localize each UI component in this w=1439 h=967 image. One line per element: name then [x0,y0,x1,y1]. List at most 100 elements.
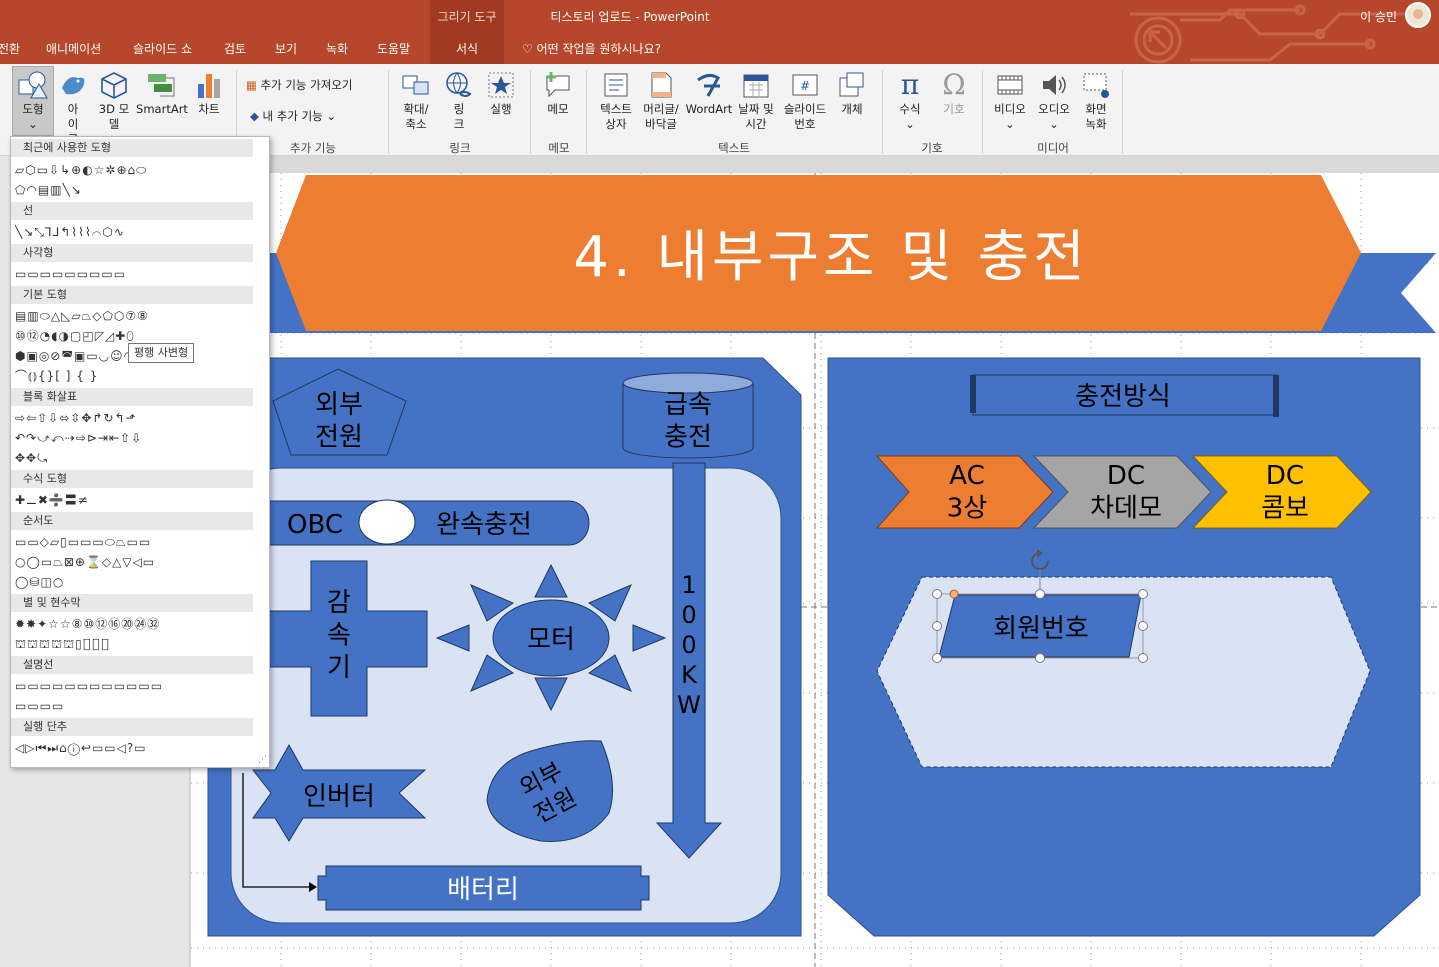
wordart-button[interactable]: WordArt [684,70,734,117]
tab-format[interactable]: 서식 [456,40,478,57]
symbol-label: 기호 [943,102,965,116]
tab-transitions[interactable]: 전환 [0,40,20,57]
equation-button[interactable]: π 수식 ⌄ [890,70,930,132]
shape-row-rectangles[interactable]: ▭▭▭▭▭▭▭▭▭ [15,266,259,282]
tab-animations[interactable]: 애니메이션 [46,40,101,57]
slide-number-icon: # [792,74,818,96]
text-line: K [681,661,698,689]
smartart-icon [148,74,175,97]
comment-icon [546,72,570,98]
shape-row-stars-2[interactable]: ⛫⛫⛫⛫⛫▯⎕⎕⎕ [15,636,259,652]
tab-review[interactable]: 검토 [224,40,246,57]
text-line: 차데모 [1090,494,1162,524]
screen-record-icon [1083,73,1109,98]
obc-text[interactable]: OBC [287,510,343,540]
section-equation-shapes: 수식 도형 [11,470,253,488]
shape-row-flowchart-1[interactable]: ▭▭◇▱▯▭▭▭⬭⏢▭▭ [15,534,259,550]
3d-models-button[interactable]: 3D 모델 [96,70,132,132]
video-button[interactable]: 비디오 ⌄ [990,70,1030,132]
tell-me-search[interactable]: ♡ 어떤 작업을 원하시나요? [522,40,661,57]
chevron-down-icon: ⌄ [1049,117,1059,131]
tab-slideshow[interactable]: 슬라이드 쇼 [133,40,192,57]
my-addins-label: 내 추가 기능 [262,109,323,123]
tooltip-parallelogram: 평행 사변형 [128,343,195,363]
shape-row-basic-1[interactable]: ▤▥⬭△◺▱⏢◇⬠⬡⑦⑧ [15,308,259,324]
text-line: 기 [327,653,351,683]
shape-row-basic-2[interactable]: ⑩⑫◔◖◑▢◰◸◿✚⬯ [15,328,259,344]
audio-label: 오디오 [1038,102,1070,116]
object-icon [839,72,864,97]
shapes-icon [18,71,48,99]
slide-title[interactable]: 4. 내부구조 및 충전 [573,225,1088,290]
zoom-label: 확대/축소 [403,102,429,131]
tab-view[interactable]: 보기 [275,40,297,57]
audio-button[interactable]: 오디오 ⌄ [1034,70,1074,132]
battery-text[interactable]: 배터리 [447,875,519,905]
comment-button[interactable]: 메모 [538,70,578,117]
action-button[interactable]: 실행 [484,70,518,117]
link-label: 링크 [453,102,465,131]
shape-row-flowchart-2[interactable]: ○◯▭⏢⊠⊕⌛◇△▽◁▭ [15,554,259,570]
charge-method-text[interactable]: 충전방식 [1075,382,1171,412]
shape-row-recent-2[interactable]: ⬠◠▤▥╲↘ [15,182,259,198]
shape-row-arrows-1[interactable]: ⇨⇦⇧⇩⬄⇳✥↱↻↰⬏ [15,410,259,426]
shape-row-action-buttons[interactable]: ◁▷⏮⏭⌂ⓘ↩▭▭◁?▭ [15,740,259,756]
avatar[interactable] [1405,2,1431,28]
header-footer-button[interactable]: 머리글/바닥글 [638,70,684,132]
obc-ellipse [358,499,416,545]
text-line: DC [1266,461,1304,491]
get-addins-button[interactable]: ▦ 추가 기능 가져오기 [246,78,352,93]
chevron-down-icon: ⌄ [905,117,915,131]
link-button[interactable]: 링크 [442,70,476,132]
user-name[interactable]: 이 승민 [1360,8,1397,25]
header-footer-label: 머리글/바닥글 [643,102,679,131]
shape-row-equation[interactable]: ✚⚊✖➗〓≠ [15,492,259,508]
text-line: 급속 [664,390,712,420]
textbox-icon [604,73,628,97]
object-label: 개체 [841,102,863,116]
shape-row-basic-4[interactable]: ⌒⦅⦆{}[ ] { } [15,368,259,384]
object-button[interactable]: 개체 [834,70,870,117]
separator [1122,70,1123,154]
textbox-button[interactable]: 텍스트 상자 [594,70,638,132]
slide-number-button[interactable]: # 슬라이드 번호 [780,70,830,132]
text-line: AC [949,461,984,491]
chart-button[interactable]: 차트 [193,70,225,117]
shape-row-stars-1[interactable]: ✹✸✦☆☆⑧⑩⑫⑯⑳㉔㉜ [15,616,259,632]
separator [586,70,587,154]
tab-help[interactable]: 도움말 [377,40,410,57]
datetime-button[interactable]: 날짜 및 시간 [734,70,778,132]
shape-row-flowchart-3[interactable]: ◯⛁◫○ [15,574,259,590]
shape-row-lines[interactable]: ╲↘⤡⅂⅃↰⌇⌇⌇⌒⬡∿ [15,224,259,240]
motor-text[interactable]: 모터 [527,625,575,655]
comment-group-label: 메모 [548,141,570,155]
chart-label: 차트 [198,102,220,116]
my-addins-button[interactable]: ◆ 내 추가 기능 ⌄ [250,109,336,124]
slow-charge-text[interactable]: 완속충전 [436,510,532,540]
lightbulb-icon: ♡ [522,42,537,56]
datetime-label: 날짜 및 시간 [738,102,774,131]
smartart-button[interactable]: SmartArt [136,70,188,117]
get-addins-label: 추가 기능 가져오기 [260,78,353,92]
inverter-text[interactable]: 인버터 [303,782,375,812]
symbol-button[interactable]: Ω 기호 [934,70,974,117]
section-block-arrows: 블록 화살표 [11,388,253,406]
shape-row-callouts-1[interactable]: ▭▭▭▭▭▭▭▭▭▭▭▭ [15,678,259,694]
reducer-text[interactable]: 감속기 [327,588,351,683]
shape-row-arrows-2[interactable]: ↶↷⤻⤺⇢⇨⊳⇥⇤⇧⇩ [15,430,259,446]
member-text[interactable]: 회원번호 [993,614,1089,644]
shape-row-callouts-2[interactable]: ▭▭▭▭ [15,698,259,714]
shapes-gallery-dropdown[interactable]: 최근에 사용한 도형 ▱⬡▭⇩↳⊕◐☆✲⊕⌂⬭ ⬠◠▤▥╲↘ 선 ╲↘⤡⅂⅃↰⌇… [10,136,270,768]
shape-row-recent-1[interactable]: ▱⬡▭⇩↳⊕◐☆✲⊕⌂⬭ [15,162,259,178]
wordart-icon [697,73,720,97]
resize-grip-icon[interactable]: ⋰ [258,755,267,765]
shapes-button-content[interactable]: 도형 ⌄ [12,70,54,132]
section-basic-shapes: 기본 도형 [11,286,253,304]
separator [388,70,389,154]
shape-row-arrows-3[interactable]: ✥✥⤿ [15,450,259,466]
screen-recording-button[interactable]: 화면 녹화 [1078,70,1114,132]
slide-canvas[interactable]: 4. 내부구조 및 충전 외부 전원 급속 충전 100KW OBC 완속충전 감속… [191,173,1439,967]
tab-record[interactable]: 녹화 [326,40,348,57]
zoom-button[interactable]: 확대/축소 [396,70,436,132]
text-line: 전원 [315,423,363,453]
